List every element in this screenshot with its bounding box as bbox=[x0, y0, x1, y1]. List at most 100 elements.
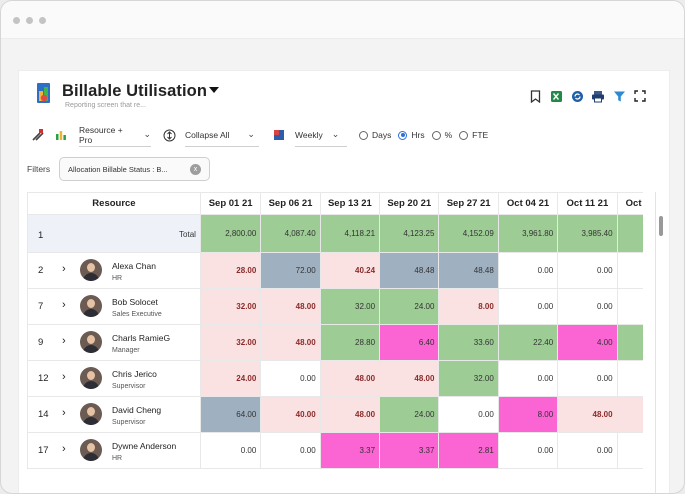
value-cell[interactable]: 24.00 bbox=[199, 360, 262, 397]
fullscreen-icon[interactable] bbox=[633, 89, 647, 103]
value-cell[interactable]: 3.37 bbox=[319, 432, 381, 469]
table-row[interactable]: 14 › David Cheng Supervisor 64.00 40.00 48.00 2… bbox=[27, 396, 643, 433]
bookmark-icon[interactable] bbox=[528, 89, 542, 103]
table-row[interactable]: 12 › Chris Jerico Supervisor 24.00 0.00 48.00 4… bbox=[27, 360, 643, 397]
chevron-right-icon[interactable]: › bbox=[62, 443, 66, 455]
value-cell[interactable]: 32.00 bbox=[438, 360, 499, 397]
value-cell[interactable]: 0.00 bbox=[199, 432, 262, 469]
value-cell[interactable]: 0.00 bbox=[497, 360, 559, 397]
value-cell[interactable]: 0.00 bbox=[497, 432, 559, 469]
grouping-select[interactable]: Resource + Pro ⌄ bbox=[79, 123, 151, 147]
value-cell[interactable]: 28.80 bbox=[319, 324, 381, 361]
value-cell[interactable]: 28.00 bbox=[199, 252, 262, 289]
radio-fte[interactable]: FTE bbox=[459, 130, 488, 140]
column-header[interactable]: Oct 11 21 bbox=[557, 192, 618, 215]
value-cell[interactable]: 48.00 bbox=[319, 360, 381, 397]
radio-percent[interactable]: % bbox=[431, 130, 452, 140]
column-header[interactable]: Sep 20 21 bbox=[379, 192, 440, 215]
vertical-scrollbar[interactable] bbox=[647, 192, 669, 493]
scrollbar-thumb[interactable] bbox=[659, 216, 663, 236]
value-cell[interactable]: 6.40 bbox=[379, 324, 440, 361]
period-select[interactable]: Weekly ⌄ bbox=[295, 123, 347, 147]
radio-days[interactable]: Days bbox=[359, 130, 391, 140]
resource-name[interactable]: Bob Solocet bbox=[112, 297, 158, 307]
radio-hrs[interactable]: Hrs bbox=[398, 130, 425, 140]
value-cell[interactable]: 48.00 bbox=[260, 288, 321, 325]
value-cell[interactable]: 0.0 bbox=[616, 252, 643, 289]
resource-name[interactable]: Alexa Chan bbox=[112, 261, 156, 271]
chevron-right-icon[interactable]: › bbox=[62, 263, 66, 275]
window-dot-2[interactable] bbox=[26, 17, 33, 24]
resource-name[interactable]: David Cheng bbox=[112, 405, 161, 415]
value-cell[interactable]: 40.00 bbox=[260, 396, 321, 433]
value-cell[interactable]: 48.48 bbox=[379, 252, 440, 289]
resource-name[interactable]: Charls RamieG bbox=[112, 333, 170, 343]
chevron-right-icon[interactable]: › bbox=[62, 407, 66, 419]
value-cell[interactable]: 24.00 bbox=[379, 288, 440, 325]
tools-icon[interactable] bbox=[31, 123, 45, 147]
chevron-right-icon[interactable]: › bbox=[62, 371, 66, 383]
value-cell[interactable]: 64.00 bbox=[199, 396, 262, 433]
value-cell[interactable]: 8.00 bbox=[497, 396, 559, 433]
value-cell[interactable]: 32.00 bbox=[199, 288, 262, 325]
value-cell[interactable]: 48.00 bbox=[260, 324, 321, 361]
table-row[interactable]: 7 › Bob Solocet Sales Executive 32.00 48.00 32… bbox=[27, 288, 643, 325]
column-header[interactable]: Sep 06 21 bbox=[260, 192, 321, 215]
total-value-cell[interactable]: 4,123.25 bbox=[379, 214, 440, 253]
value-cell[interactable]: 0.00 bbox=[557, 288, 618, 325]
print-icon[interactable] bbox=[591, 89, 605, 103]
value-cell[interactable]: 0.00 bbox=[260, 360, 321, 397]
excel-icon[interactable] bbox=[549, 89, 563, 103]
value-cell[interactable]: 48.48 bbox=[438, 252, 499, 289]
calendar-icon[interactable] bbox=[273, 123, 285, 147]
value-cell[interactable]: 0.00 bbox=[557, 432, 618, 469]
value-cell[interactable]: 48.00 bbox=[557, 396, 618, 433]
value-cell[interactable]: 24.00 bbox=[379, 396, 440, 433]
total-value-cell[interactable]: 4,087.40 bbox=[260, 214, 321, 253]
filter-chip[interactable]: Allocation Billable Status : B... x bbox=[59, 157, 210, 181]
collapse-select[interactable]: Collapse All ⌄ bbox=[185, 123, 259, 147]
total-value-cell[interactable]: 4,118.21 bbox=[319, 214, 381, 253]
sync-icon[interactable] bbox=[570, 89, 584, 103]
value-cell[interactable]: 48.00 bbox=[319, 396, 381, 433]
value-cell[interactable]: 22.40 bbox=[497, 324, 559, 361]
table-row[interactable]: 9 › Charls RamieG Manager 32.00 48.00 28.80 6.4… bbox=[27, 324, 643, 361]
value-cell[interactable]: 72.00 bbox=[260, 252, 321, 289]
value-cell[interactable]: 0.0 bbox=[616, 432, 643, 469]
value-cell[interactable]: 3.37 bbox=[379, 432, 440, 469]
value-cell[interactable]: 32.00 bbox=[319, 288, 381, 325]
total-value-cell[interactable]: 2,800.00 bbox=[199, 214, 262, 253]
chart-bar-icon[interactable] bbox=[55, 123, 67, 147]
value-cell[interactable]: 0.0 bbox=[616, 360, 643, 397]
total-value-cell[interactable]: 4,034.6 bbox=[616, 214, 643, 253]
value-cell[interactable]: 0.00 bbox=[497, 288, 559, 325]
table-row[interactable]: 2 › Alexa Chan HR 28.00 72.00 40.24 48.48 48.48 0… bbox=[27, 252, 643, 289]
value-cell[interactable]: 0.00 bbox=[260, 432, 321, 469]
value-cell[interactable]: 32.00 bbox=[199, 324, 262, 361]
filter-icon[interactable] bbox=[612, 89, 626, 103]
value-cell[interactable]: 24.0 bbox=[616, 324, 643, 361]
value-cell[interactable]: 2.81 bbox=[438, 432, 499, 469]
resource-column-header[interactable]: Resource bbox=[27, 192, 201, 215]
value-cell[interactable]: 0.0 bbox=[616, 288, 643, 325]
window-dot-1[interactable] bbox=[13, 17, 20, 24]
column-header[interactable]: Sep 27 21 bbox=[438, 192, 499, 215]
value-cell[interactable]: 4.00 bbox=[557, 324, 618, 361]
column-header[interactable]: Sep 13 21 bbox=[319, 192, 381, 215]
value-cell[interactable]: 33.60 bbox=[438, 324, 499, 361]
value-cell[interactable]: 40.24 bbox=[319, 252, 381, 289]
resource-name[interactable]: Dywne Anderson bbox=[112, 441, 176, 451]
value-cell[interactable]: 48.00 bbox=[379, 360, 440, 397]
value-cell[interactable]: 0.00 bbox=[497, 252, 559, 289]
total-value-cell[interactable]: 3,985.40 bbox=[557, 214, 618, 253]
window-dot-3[interactable] bbox=[39, 17, 46, 24]
chevron-right-icon[interactable]: › bbox=[62, 335, 66, 347]
column-header[interactable]: Oct 04 21 bbox=[497, 192, 559, 215]
column-header[interactable]: Oct 18 21 bbox=[616, 192, 643, 215]
value-cell[interactable]: 0.00 bbox=[557, 252, 618, 289]
value-cell[interactable]: 32.0 bbox=[616, 396, 643, 433]
column-header[interactable]: Sep 01 21 bbox=[199, 192, 262, 215]
sort-icon[interactable] bbox=[163, 123, 176, 147]
value-cell[interactable]: 0.00 bbox=[557, 360, 618, 397]
chevron-right-icon[interactable]: › bbox=[62, 299, 66, 311]
